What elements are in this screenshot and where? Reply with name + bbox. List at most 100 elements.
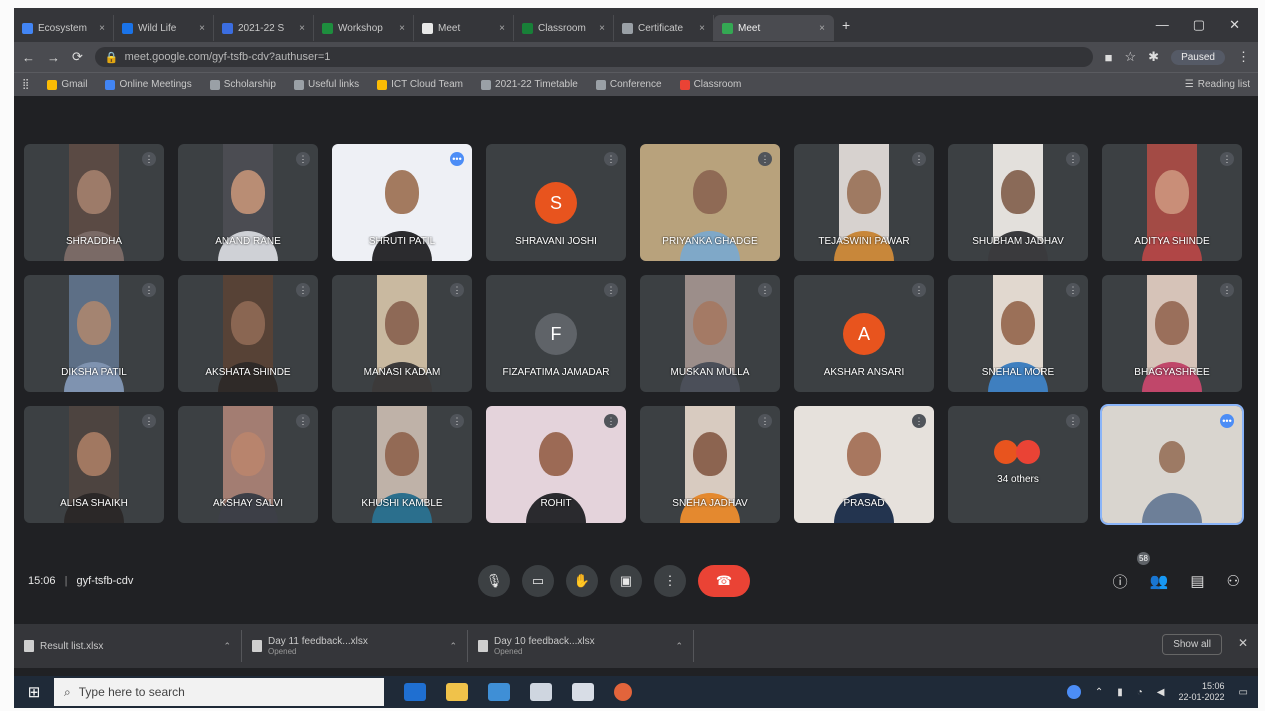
participant-tile[interactable]: ⋮ TEJASWINI PAWAR <box>794 144 934 261</box>
bookmark-item[interactable]: Useful links <box>293 79 359 90</box>
file-explorer-icon[interactable] <box>446 683 468 701</box>
more-options-icon[interactable]: ⋮ <box>1220 152 1234 166</box>
close-icon[interactable]: × <box>299 23 305 34</box>
store-icon[interactable] <box>488 683 510 701</box>
speaking-indicator-icon[interactable]: ••• <box>450 152 464 166</box>
more-options-icon[interactable]: ⋮ <box>604 152 618 166</box>
settings-icon[interactable] <box>572 683 594 701</box>
notifications-icon[interactable]: ▭ <box>1239 687 1248 698</box>
camera-button[interactable]: ▭ <box>522 565 554 597</box>
volume-icon[interactable]: ◀ <box>1157 687 1165 698</box>
camera-indicator-icon[interactable]: ■ <box>1105 50 1113 65</box>
forward-icon[interactable]: → <box>47 50 60 65</box>
participant-tile[interactable]: ⋮ KHUSHI KAMBLE <box>332 406 472 523</box>
participant-tile[interactable]: ⋮ ANAND RANE <box>178 144 318 261</box>
wifi-icon[interactable]: ◔ <box>1137 687 1143 698</box>
speaking-indicator-icon[interactable]: ••• <box>1220 414 1234 428</box>
participant-tile[interactable]: ⋮ DIKSHA PATIL <box>24 275 164 392</box>
show-all-downloads-button[interactable]: Show all <box>1162 634 1222 655</box>
download-item[interactable]: Day 10 feedback...xlsx Opened ⌃ <box>468 630 694 662</box>
close-window-icon[interactable]: ✕ <box>1229 17 1240 33</box>
more-options-icon[interactable]: ⋮ <box>912 152 926 166</box>
back-icon[interactable]: ← <box>22 50 35 65</box>
address-bar[interactable]: 🔒 meet.google.com/gyf-tsfb-cdv?authuser=… <box>94 47 1093 67</box>
minimize-icon[interactable]: — <box>1156 17 1169 33</box>
bookmark-item[interactable]: 2021-22 Timetable <box>481 79 578 90</box>
apps-icon[interactable]: ⣿ <box>22 79 29 90</box>
close-icon[interactable]: × <box>499 23 505 34</box>
more-options-icon[interactable]: ⋮ <box>296 152 310 166</box>
participant-tile[interactable]: ⋮ SHUBHAM JADHAV <box>948 144 1088 261</box>
participant-tile[interactable]: ⋮ SNEHA JADHAV <box>640 406 780 523</box>
more-options-icon[interactable]: ⋮ <box>604 414 618 428</box>
more-options-icon[interactable]: ⋮ <box>1066 152 1080 166</box>
participant-tile[interactable]: F ⋮ FIZAFATIMA JAMADAR <box>486 275 626 392</box>
browser-tab[interactable]: Wild Life × <box>114 15 214 41</box>
battery-icon[interactable]: ▮ <box>1117 687 1123 698</box>
close-icon[interactable]: × <box>399 23 405 34</box>
participant-tile[interactable]: ⋮ MANASI KADAM <box>332 275 472 392</box>
more-options-icon[interactable]: ⋮ <box>142 152 156 166</box>
participant-tile[interactable]: ⋮ AKSHAY SALVI <box>178 406 318 523</box>
download-item[interactable]: Result list.xlsx ⌃ <box>14 630 242 662</box>
bookmark-item[interactable]: Classroom <box>679 79 741 90</box>
browser-tab[interactable]: 2021-22 S × <box>214 15 314 41</box>
dropbox-icon[interactable] <box>530 683 552 701</box>
more-options-icon[interactable]: ⋮ <box>142 283 156 297</box>
participant-tile[interactable]: ••• SHRUTI PATIL <box>332 144 472 261</box>
participant-tile[interactable]: ⋮ 34 others <box>948 406 1088 523</box>
more-options-icon[interactable]: ⋮ <box>912 414 926 428</box>
close-icon[interactable]: × <box>99 23 105 34</box>
participant-tile[interactable]: ⋮ SNEHAL MORE <box>948 275 1088 392</box>
more-options-icon[interactable]: ⋮ <box>142 414 156 428</box>
bookmark-item[interactable]: ICT Cloud Team <box>377 79 463 90</box>
chevron-up-icon[interactable]: ⌃ <box>675 641 683 652</box>
more-options-icon[interactable]: ⋮ <box>758 152 772 166</box>
chat-icon[interactable]: ▤ <box>1190 572 1204 590</box>
mic-button[interactable]: 🎙 <box>478 565 510 597</box>
user-icon[interactable] <box>1066 685 1081 699</box>
participant-tile[interactable]: S ⋮ SHRAVANI JOSHI <box>486 144 626 261</box>
new-tab-icon[interactable]: + <box>842 17 850 33</box>
more-options-icon[interactable]: ⋮ <box>604 283 618 297</box>
chevron-up-icon[interactable]: ⌃ <box>1095 687 1103 698</box>
profile-button[interactable]: Paused <box>1171 49 1225 65</box>
more-options-icon[interactable]: ⋮ <box>758 283 772 297</box>
close-icon[interactable]: × <box>699 23 705 34</box>
edge-icon[interactable] <box>404 683 426 701</box>
browser-tab[interactable]: Classroom × <box>514 15 614 41</box>
participant-tile[interactable]: ⋮ ALISA SHAIKH <box>24 406 164 523</box>
download-item[interactable]: Day 11 feedback...xlsx Opened ⌃ <box>242 630 468 662</box>
more-options-icon[interactable]: ⋮ <box>296 283 310 297</box>
close-icon[interactable]: ✕ <box>1238 636 1248 650</box>
participant-tile[interactable]: ⋮ PRASAD <box>794 406 934 523</box>
participant-tile[interactable]: ⋮ SHRADDHA <box>24 144 164 261</box>
bookmark-star-icon[interactable]: ☆ <box>1125 49 1137 65</box>
participant-tile[interactable]: A ⋮ AKSHAR ANSARI <box>794 275 934 392</box>
windows-start-icon[interactable]: ⊞ <box>14 683 54 701</box>
bookmark-item[interactable]: Conference <box>595 79 662 90</box>
browser-tab[interactable]: Certificate × <box>614 15 714 41</box>
reload-icon[interactable]: ⟳ <box>72 49 83 65</box>
participant-tile[interactable]: ⋮ ROHIT <box>486 406 626 523</box>
taskbar-clock[interactable]: 15:06 22-01-2022 <box>1179 681 1225 703</box>
chevron-up-icon[interactable]: ⌃ <box>449 641 457 652</box>
people-icon[interactable]: 👥 <box>1150 572 1169 590</box>
more-options-icon[interactable]: ⋮ <box>758 414 772 428</box>
participant-tile[interactable]: ⋮ AKSHATA SHINDE <box>178 275 318 392</box>
reading-list[interactable]: ☰ Reading list <box>1185 79 1250 90</box>
bookmark-item[interactable]: Gmail <box>47 79 87 90</box>
bookmark-item[interactable]: Online Meetings <box>105 79 192 90</box>
maximize-icon[interactable]: ▢ <box>1193 17 1205 33</box>
raise-hand-button[interactable]: ✋ <box>566 565 598 597</box>
browser-tab[interactable]: Meet × <box>414 15 514 41</box>
close-icon[interactable]: × <box>599 23 605 34</box>
close-icon[interactable]: × <box>819 23 825 34</box>
browser-tab[interactable]: Workshop × <box>314 15 414 41</box>
more-options-icon[interactable]: ⋮ <box>450 414 464 428</box>
activities-icon[interactable]: ⚇ <box>1227 572 1240 590</box>
more-options-icon[interactable]: ⋮ <box>296 414 310 428</box>
chevron-up-icon[interactable]: ⌃ <box>223 641 231 652</box>
menu-icon[interactable]: ⋮ <box>1237 49 1250 65</box>
chrome-icon[interactable] <box>614 683 632 701</box>
